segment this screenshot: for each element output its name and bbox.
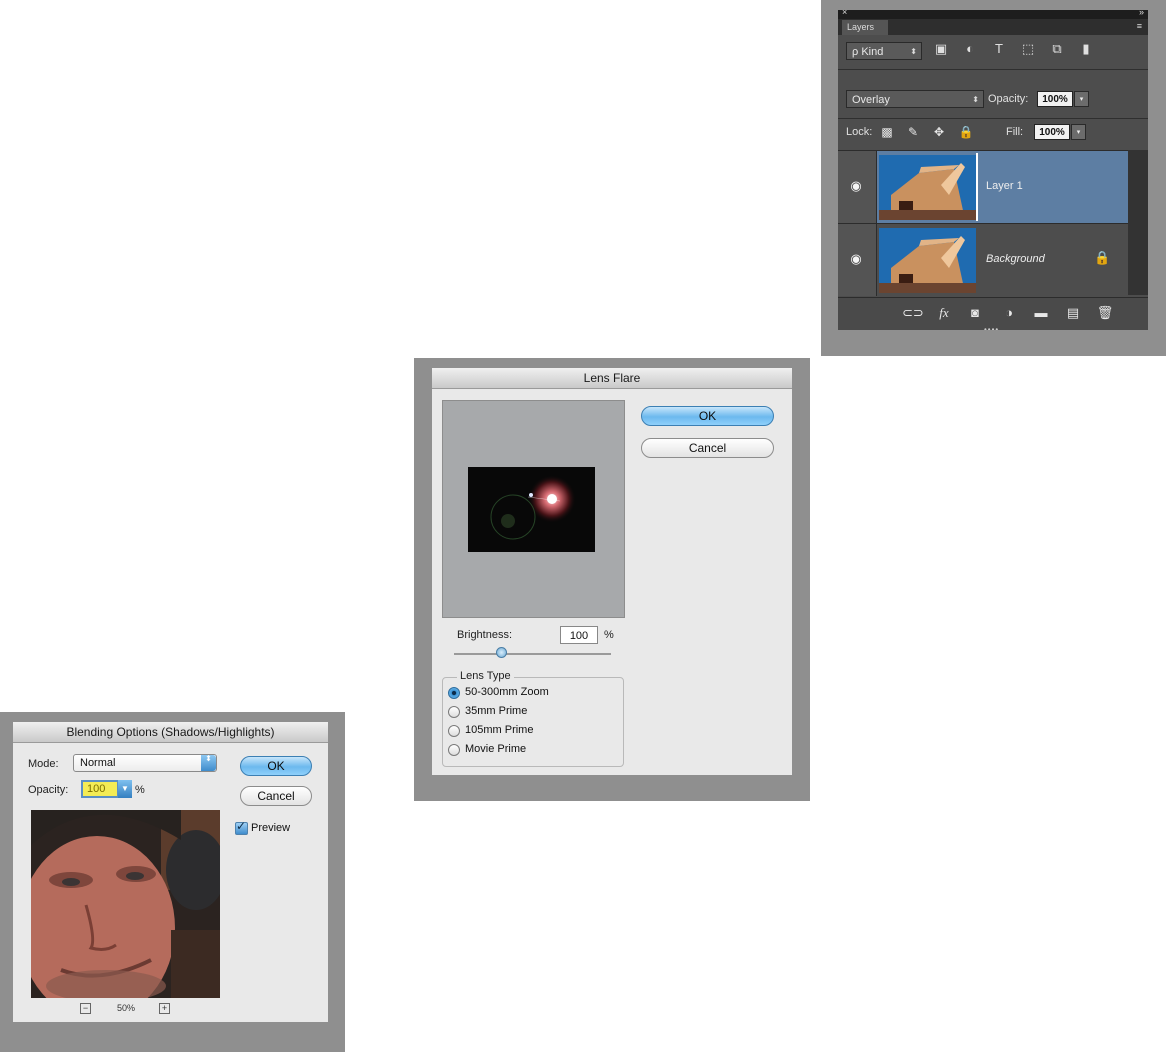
new-layer-icon[interactable]: ▤ [1064,304,1082,322]
opacity-field[interactable]: 100 [81,780,119,798]
ok-button[interactable]: OK [641,406,774,426]
selected-thumb-marker [976,153,978,221]
radio-50-300mm-zoom[interactable] [448,687,460,699]
select-arrow-icon: ⬍ [972,95,979,104]
layer-name[interactable]: Layer 1 [986,180,1023,192]
brightness-slider-track[interactable] [454,653,611,655]
zoom-out-button[interactable]: − [80,1003,91,1014]
radio-movie-prime[interactable] [448,744,460,756]
brightness-unit: % [604,629,614,641]
new-group-icon[interactable]: ▬ [1032,304,1050,322]
brightness-label: Brightness: [457,629,513,641]
fill-field[interactable]: 100% [1034,124,1070,140]
zoom-level: 50% [117,1003,136,1013]
opacity-field[interactable]: 100% [1037,91,1073,107]
preview-label: Preview [251,822,291,834]
radio-label: 35mm Prime [465,705,528,717]
radio-35mm-prime[interactable] [448,706,460,718]
mode-label: Mode: [28,758,59,770]
layer-name[interactable]: Background [986,253,1045,265]
layer-thumbnail [879,228,976,293]
lock-transparent-pixels-icon[interactable]: ▩ [879,124,895,140]
layers-scrollbar[interactable] [1128,150,1148,295]
lock-image-pixels-icon[interactable]: ✎ [905,124,921,140]
radio-105mm-prime[interactable] [448,725,460,737]
flare-preview [442,400,625,618]
visibility-column: ◉ [838,151,877,223]
filter-kind-label: ρ Kind [852,46,884,58]
layer-row-layer-1[interactable]: ◉ Layer 1 [838,150,1128,223]
lock-icon: 🔒 [1094,250,1111,265]
lock-label: Lock: [846,126,873,138]
layer-row-background[interactable]: ◉ Background 🔒 [838,223,1128,296]
filter-toggle-icon[interactable]: ▮ [1078,41,1094,57]
opacity-dropdown-icon[interactable]: ▾ [1074,91,1089,107]
type-filter-icon[interactable]: T [991,41,1007,57]
zoom-in-button[interactable]: + [159,1003,170,1014]
tab-layers[interactable]: Layers [842,20,888,35]
filter-kind-select[interactable]: ρ Kind ⬍ [846,42,922,60]
smart-object-filter-icon[interactable]: ⧉ [1049,41,1065,57]
cancel-button[interactable]: Cancel [641,438,774,458]
lock-all-icon[interactable]: 🔒 [958,124,974,140]
fill-label: Fill: [1006,126,1024,138]
add-mask-icon[interactable]: ◙ [966,304,984,322]
opacity-dropdown-icon[interactable]: ▼ [118,780,132,798]
mode-value: Normal [80,757,116,769]
radio-label: 50-300mm Zoom [465,686,549,698]
collapse-panel-icon[interactable]: » [1139,10,1144,17]
shape-filter-icon[interactable]: ⬚ [1020,41,1036,57]
lens-type-legend: Lens Type [457,670,514,682]
adjustment-filter-icon[interactable]: ◐ [962,41,978,57]
brightness-field[interactable]: 100 [560,626,598,644]
blend-mode-select[interactable]: Overlay ⬍ [846,90,984,108]
delete-layer-icon[interactable]: 🗑 [1096,304,1114,322]
panel-resize-grip[interactable]: •••• [984,325,999,330]
radio-label: Movie Prime [465,743,527,755]
fill-dropdown-icon[interactable]: ▾ [1071,124,1086,140]
brightness-slider-thumb[interactable] [495,647,507,658]
layers-titlebar: × » [838,10,1148,19]
new-adjustment-layer-icon[interactable]: ◑ [1000,304,1018,322]
page: { "layers_panel": { "close_glyph": "×", … [0,0,1168,1053]
select-stepper-icon: ⬍ [201,755,216,771]
image-filter-icon[interactable]: ▣ [933,41,949,57]
ok-button[interactable]: OK [240,756,312,776]
dialog-title: Blending Options (Shadows/Highlights) [13,722,328,743]
fx-icon[interactable]: fx [935,304,953,322]
flare-preview-image[interactable] [468,467,595,552]
eye-icon[interactable]: ◉ [848,178,864,194]
opacity-label: Opacity: [28,784,69,796]
mode-select[interactable]: Normal ⬍ [73,754,217,772]
layer-thumbnail [879,155,976,220]
blend-mode-value: Overlay [852,94,890,106]
lock-position-icon[interactable]: ✥ [931,124,947,140]
panel-menu-icon[interactable]: ≡ [1137,21,1142,31]
select-arrow-icon: ⬍ [910,47,917,56]
blending-options-dialog: Blending Options (Shadows/Highlights) Mo… [13,722,328,1022]
visibility-column: ◉ [838,224,877,296]
dialog-title: Lens Flare [432,368,792,389]
radio-label: 105mm Prime [465,724,534,736]
portrait-preview-image[interactable] [31,810,220,998]
link-layers-icon[interactable]: ⊂⊃ [902,304,924,322]
eye-icon[interactable]: ◉ [848,251,864,267]
preview-checkbox[interactable] [235,819,248,835]
opacity-label: Opacity: [988,93,1029,105]
layers-tabbar: Layers ≡ [838,19,1148,35]
close-panel-icon[interactable]: × [842,10,847,17]
lens-flare-dialog: Lens Flare OK Cancel Brightness: 100 % L… [432,368,792,775]
layers-panel: × » Layers ≡ ρ Kind ⬍ ▣ ◐ T ⬚ ⧉ ▮ Overla… [838,10,1148,330]
opacity-unit: % [135,784,145,796]
cancel-button[interactable]: Cancel [240,786,312,806]
